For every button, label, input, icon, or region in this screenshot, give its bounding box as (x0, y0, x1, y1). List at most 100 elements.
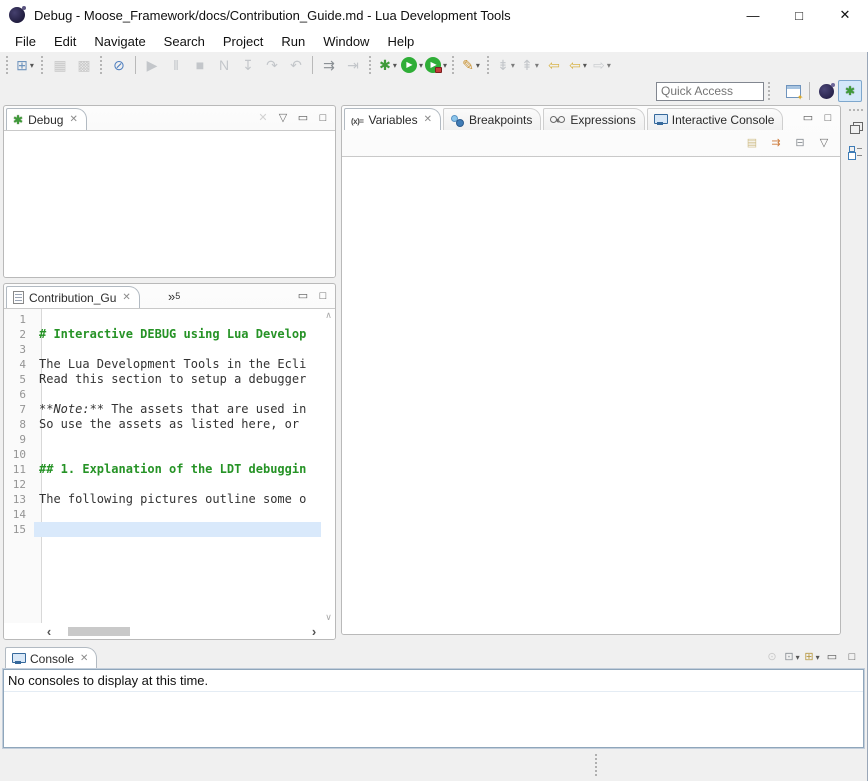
status-drag-handle[interactable] (595, 754, 598, 776)
close-icon[interactable]: ✕ (69, 114, 77, 125)
scrollbar-track[interactable] (56, 624, 307, 639)
drag-handle[interactable] (41, 56, 44, 74)
menu-edit[interactable]: Edit (45, 32, 85, 51)
close-icon[interactable]: ✕ (80, 653, 88, 664)
menu-project[interactable]: Project (214, 32, 272, 51)
console-content[interactable]: No consoles to display at this time. (3, 669, 864, 748)
resume-button[interactable]: ▶ (141, 54, 163, 76)
menu-search[interactable]: Search (155, 32, 214, 51)
forward-dropdown-icon[interactable]: ▾ (607, 61, 611, 70)
external-tools-button[interactable]: ▶▾ (425, 54, 447, 76)
scroll-down-icon[interactable]: ∨ (325, 612, 332, 623)
menu-run[interactable]: Run (272, 32, 314, 51)
previous-annotation-dropdown-icon[interactable]: ▾ (535, 61, 539, 70)
debug-dropdown-icon[interactable]: ▾ (393, 61, 397, 70)
debug-tab-debug[interactable]: Debug✕ (6, 108, 87, 130)
show-type-names-button[interactable]: ▤ (741, 132, 763, 154)
run-dropdown-icon[interactable]: ▾ (419, 61, 423, 70)
new-wizard-dropdown-icon[interactable]: ▾ (30, 61, 34, 70)
maximize-button[interactable]: □ (842, 646, 862, 668)
back-button[interactable]: ⇦▾ (567, 54, 589, 76)
use-step-filters-button[interactable]: ⇥ (342, 54, 364, 76)
back-dropdown-icon[interactable]: ▾ (583, 61, 587, 70)
previous-annotation-button[interactable]: ⇞▾ (519, 54, 541, 76)
quick-access-input[interactable] (656, 82, 764, 101)
open-perspective-button[interactable] (781, 80, 805, 102)
menu-window[interactable]: Window (314, 32, 378, 51)
display-selected-console-button[interactable]: ⊡▾ (782, 646, 802, 668)
step-over-button[interactable]: ↷ (261, 54, 283, 76)
minimize-button[interactable]: ▭ (798, 107, 818, 129)
close-icon[interactable]: ✕ (424, 114, 432, 125)
drag-handle[interactable] (100, 56, 103, 74)
drag-handle[interactable] (452, 56, 455, 74)
scrollbar-thumb[interactable] (68, 627, 130, 636)
minimize-button[interactable]: ▭ (293, 107, 313, 129)
debug-view-content[interactable] (4, 130, 335, 277)
window-maximize-button[interactable]: □ (776, 0, 822, 30)
open-console-button[interactable]: ⊞▾ (802, 646, 822, 668)
save-button[interactable]: ▦ (49, 54, 71, 76)
editor-vertical-scrollbar[interactable]: ∧ ∨ (322, 310, 335, 623)
show-logical-structures-button[interactable]: ⇉ (765, 132, 787, 154)
display-selected-console-dropdown-icon[interactable]: ▾ (796, 653, 800, 662)
stack-tab-breakpoints[interactable]: Breakpoints (443, 108, 541, 130)
maximize-button[interactable]: □ (313, 107, 333, 129)
menu-file[interactable]: File (6, 32, 45, 51)
trim-drag-handle[interactable] (849, 109, 863, 112)
scroll-right-icon[interactable]: › (307, 624, 321, 639)
drag-handle[interactable] (6, 56, 9, 74)
toolbar-drag-handle[interactable] (768, 82, 771, 100)
open-console-dropdown-icon[interactable]: ▾ (816, 653, 820, 662)
minimize-button[interactable]: ▭ (293, 285, 313, 307)
maximize-button[interactable]: □ (818, 107, 838, 129)
show-debug-commands-button[interactable]: ⇉ (318, 54, 340, 76)
debug-button[interactable]: ✱▾ (377, 54, 399, 76)
window-close-button[interactable]: ✕ (822, 0, 868, 30)
scroll-up-icon[interactable]: ∧ (325, 310, 332, 321)
view-menu-button[interactable]: ▽ (813, 132, 835, 154)
variables-view-content[interactable] (342, 156, 840, 634)
terminate-button[interactable]: ■ (189, 54, 211, 76)
open-task-dropdown-icon[interactable]: ▾ (476, 61, 480, 70)
stack-tab-variables[interactable]: Variables✕ (344, 108, 441, 130)
save-all-button[interactable]: ▩ (73, 54, 95, 76)
suspend-button[interactable]: ‖ (165, 54, 187, 76)
maximize-button[interactable]: □ (313, 285, 333, 307)
editor-text-area[interactable]: 12# Interactive DEBUG using Lua Develop3… (4, 312, 321, 623)
minimize-button[interactable]: ▭ (822, 646, 842, 668)
view-menu-button[interactable]: ▽ (273, 107, 293, 129)
console-tab-console[interactable]: Console✕ (5, 647, 97, 669)
step-into-button[interactable]: ↧ (237, 54, 259, 76)
last-edit-location-button[interactable]: ⇦ (543, 54, 565, 76)
disconnect-button[interactable]: N (213, 54, 235, 76)
lua-perspective-button[interactable] (814, 80, 838, 102)
close-icon[interactable]: ✕ (122, 292, 130, 303)
scroll-left-icon[interactable]: ‹ (42, 624, 56, 639)
drag-handle[interactable] (487, 56, 490, 74)
run-button[interactable]: ▶▾ (401, 54, 423, 76)
collapse-all-button[interactable]: ⊟ (789, 132, 811, 154)
outline-view-button[interactable] (847, 142, 865, 160)
window-minimize-button[interactable]: — (730, 0, 776, 30)
next-annotation-dropdown-icon[interactable]: ▾ (511, 61, 515, 70)
next-annotation-button[interactable]: ⇟▾ (495, 54, 517, 76)
forward-button[interactable]: ⇨▾ (591, 54, 613, 76)
editor-horizontal-scrollbar[interactable]: ‹ › (42, 624, 321, 639)
stack-tab-expressions[interactable]: Expressions (543, 108, 644, 130)
pin-console-button[interactable]: ⊙ (762, 646, 782, 668)
stack-tab-interactive-console[interactable]: Interactive Console (647, 108, 784, 130)
remove-all-terminated-button[interactable]: ✕ (253, 107, 273, 129)
step-return-button[interactable]: ↶ (285, 54, 307, 76)
restore-view-button[interactable] (847, 118, 865, 136)
open-task-button[interactable]: ✎▾ (460, 54, 482, 76)
editor-content[interactable]: 12# Interactive DEBUG using Lua Develop3… (4, 308, 335, 639)
new-wizard-button[interactable]: ⊞▾ (14, 54, 36, 76)
drag-handle[interactable] (369, 56, 372, 74)
editor-overflow-chevron[interactable]: »5 (164, 285, 184, 307)
skip-all-breakpoints-button[interactable]: ⊘ (108, 54, 130, 76)
menu-help[interactable]: Help (378, 32, 423, 51)
editor-tab-contribution-gu[interactable]: Contribution_Gu✕ (6, 286, 140, 308)
menu-navigate[interactable]: Navigate (85, 32, 154, 51)
debug-perspective-button[interactable] (838, 80, 862, 102)
